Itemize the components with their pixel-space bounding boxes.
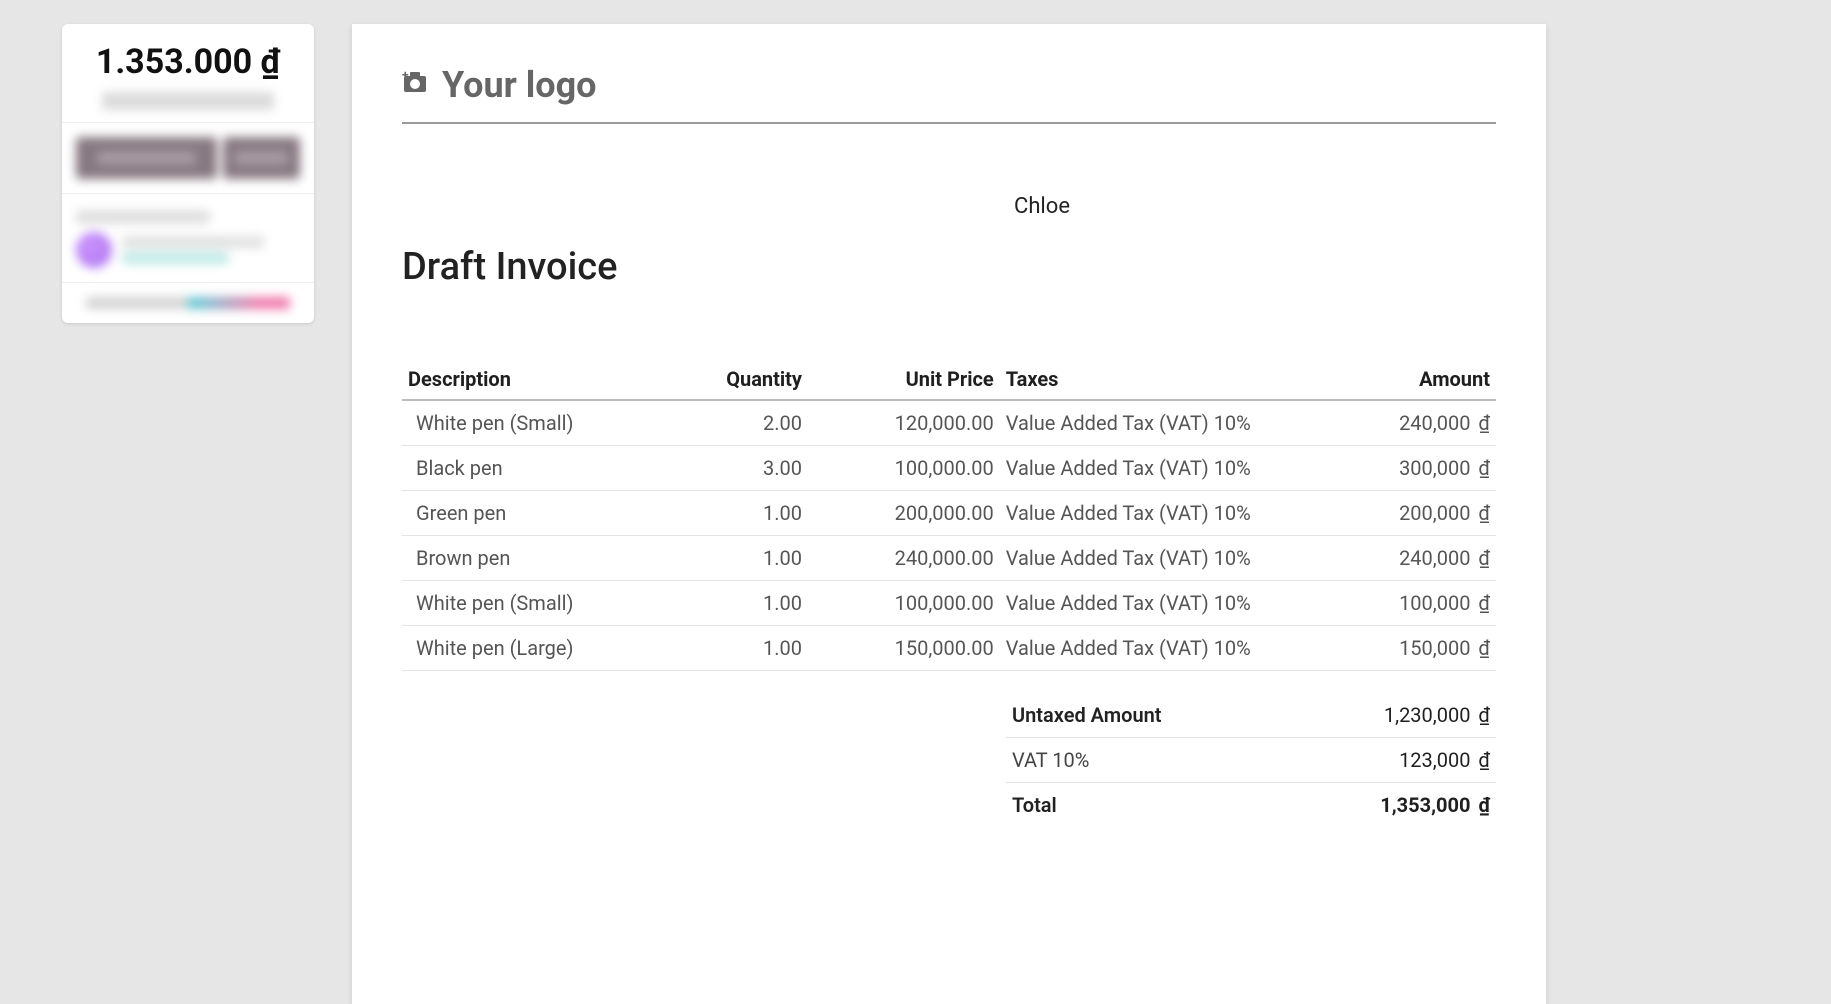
total-label: Total [1012, 793, 1057, 817]
logo-placeholder-text: Your logo [442, 64, 597, 106]
redacted-line [102, 92, 274, 110]
svg-text:+: + [402, 70, 409, 82]
cell-description: Green pen [402, 491, 695, 536]
cell-amount: 200,000 ₫ [1293, 491, 1496, 536]
cell-unit-price: 240,000.00 [808, 536, 1000, 581]
cell-description: White pen (Small) [402, 581, 695, 626]
redacted-line [76, 210, 210, 224]
cell-unit-price: 100,000.00 [808, 581, 1000, 626]
col-description: Description [402, 359, 695, 400]
untaxed-label: Untaxed Amount [1012, 703, 1162, 727]
cell-amount: 240,000 ₫ [1293, 536, 1496, 581]
redacted-color-bar [86, 297, 290, 309]
avatar [76, 232, 112, 268]
customer-name: Chloe [1014, 194, 1496, 219]
camera-icon: + [402, 70, 428, 101]
redacted-button[interactable] [76, 137, 217, 179]
cell-unit-price: 100,000.00 [808, 446, 1000, 491]
col-amount: Amount [1293, 359, 1496, 400]
table-row: White pen (Small)2.00120,000.00Value Add… [402, 400, 1496, 446]
col-unit-price: Unit Price [808, 359, 1000, 400]
cell-quantity: 1.00 [695, 581, 808, 626]
redacted-line [122, 252, 229, 264]
table-row: Brown pen1.00240,000.00Value Added Tax (… [402, 536, 1496, 581]
document-title: Draft Invoice [402, 245, 1496, 289]
cell-amount: 240,000 ₫ [1293, 400, 1496, 446]
total-value: 1,353,000 ₫ [1380, 793, 1490, 817]
cell-taxes: Value Added Tax (VAT) 10% [1000, 491, 1293, 536]
untaxed-value: 1,230,000 ₫ [1384, 703, 1490, 727]
cell-unit-price: 120,000.00 [808, 400, 1000, 446]
untaxed-row: Untaxed Amount 1,230,000 ₫ [1006, 693, 1496, 738]
col-quantity: Quantity [695, 359, 808, 400]
cell-quantity: 1.00 [695, 491, 808, 536]
table-header-row: Description Quantity Unit Price Taxes Am… [402, 359, 1496, 400]
logo-upload[interactable]: + Your logo [402, 64, 1496, 124]
cell-quantity: 2.00 [695, 400, 808, 446]
cell-amount: 300,000 ₫ [1293, 446, 1496, 491]
cell-description: Black pen [402, 446, 695, 491]
divider [62, 282, 314, 283]
table-row: White pen (Small)1.00100,000.00Value Add… [402, 581, 1496, 626]
invoice-document: + Your logo Chloe Draft Invoice Descript… [352, 24, 1546, 1004]
vat-label: VAT 10% [1012, 748, 1089, 772]
col-taxes: Taxes [1000, 359, 1293, 400]
cell-taxes: Value Added Tax (VAT) 10% [1000, 626, 1293, 671]
invoice-lines-table: Description Quantity Unit Price Taxes Am… [402, 359, 1496, 671]
cell-unit-price: 150,000.00 [808, 626, 1000, 671]
cell-quantity: 1.00 [695, 626, 808, 671]
cell-description: White pen (Large) [402, 626, 695, 671]
cell-description: White pen (Small) [402, 400, 695, 446]
cell-amount: 150,000 ₫ [1293, 626, 1496, 671]
totals-block: Untaxed Amount 1,230,000 ₫ VAT 10% 123,0… [1006, 693, 1496, 827]
vat-row: VAT 10% 123,000 ₫ [1006, 738, 1496, 783]
cell-unit-price: 200,000.00 [808, 491, 1000, 536]
cell-quantity: 3.00 [695, 446, 808, 491]
table-row: Black pen3.00100,000.00Value Added Tax (… [402, 446, 1496, 491]
cell-quantity: 1.00 [695, 536, 808, 581]
redacted-line [122, 236, 264, 248]
sidebar-panel: 1.353.000 ₫ [62, 24, 314, 323]
cell-taxes: Value Added Tax (VAT) 10% [1000, 400, 1293, 446]
cell-taxes: Value Added Tax (VAT) 10% [1000, 536, 1293, 581]
table-row: White pen (Large)1.00150,000.00Value Add… [402, 626, 1496, 671]
redacted-user-row [76, 232, 300, 268]
cell-amount: 100,000 ₫ [1293, 581, 1496, 626]
sidebar-buttons [62, 123, 314, 193]
redacted-button[interactable] [223, 137, 300, 179]
total-row: Total 1,353,000 ₫ [1006, 783, 1496, 827]
table-row: Green pen1.00200,000.00Value Added Tax (… [402, 491, 1496, 536]
cell-description: Brown pen [402, 536, 695, 581]
cell-taxes: Value Added Tax (VAT) 10% [1000, 581, 1293, 626]
sidebar-total-amount: 1.353.000 ₫ [62, 24, 314, 86]
vat-value: 123,000 ₫ [1399, 748, 1490, 772]
cell-taxes: Value Added Tax (VAT) 10% [1000, 446, 1293, 491]
